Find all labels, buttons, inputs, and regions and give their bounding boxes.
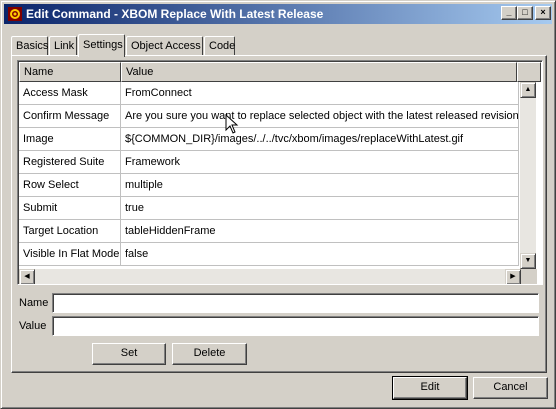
settings-table[interactable]: Name Value Access Mask FromConnect Confi… <box>17 60 543 285</box>
row-name-cell: Image <box>19 128 121 151</box>
scroll-left-icon: ◀ <box>24 273 30 280</box>
tab-code[interactable]: Code <box>204 36 235 56</box>
row-name-cell: Visible In Flat Mode <box>19 243 121 266</box>
maximize-icon: □ <box>522 7 528 17</box>
row-value-cell: Are you sure you want to replace selecte… <box>121 105 519 128</box>
scroll-right-icon: ▶ <box>510 273 516 280</box>
scroll-left-button[interactable]: ◀ <box>19 269 35 284</box>
row-value-cell: tableHiddenFrame <box>121 220 519 243</box>
tab-object-access[interactable]: Object Access <box>126 36 203 56</box>
table-row[interactable]: Access Mask FromConnect <box>19 82 519 105</box>
mouse-pointer-icon <box>225 114 239 134</box>
table-row[interactable]: Row Select multiple <box>19 174 519 197</box>
maximize-button[interactable]: □ <box>517 6 533 20</box>
value-label: Value <box>19 320 47 332</box>
row-value-cell: false <box>121 243 519 266</box>
row-name-cell: Confirm Message <box>19 105 121 128</box>
table-row[interactable]: Image ${COMMON_DIR}/images/../../tvc/xbo… <box>19 128 519 151</box>
edit-command-dialog: Edit Command - XBOM Replace With Latest … <box>0 0 556 409</box>
minimize-button[interactable]: _ <box>501 6 517 20</box>
column-header-filler <box>517 62 541 82</box>
window-title: Edit Command - XBOM Replace With Latest … <box>26 7 324 21</box>
close-button[interactable]: × <box>535 6 551 20</box>
row-name-cell: Row Select <box>19 174 121 197</box>
table-header: Name Value <box>19 62 541 82</box>
table-row[interactable]: Visible In Flat Mode false <box>19 243 519 266</box>
delete-button[interactable]: Delete <box>172 343 247 365</box>
app-gear-icon <box>8 7 22 21</box>
tab-settings[interactable]: Settings <box>78 34 125 57</box>
column-header-name[interactable]: Name <box>19 62 121 82</box>
close-icon: × <box>540 7 546 17</box>
minimize-icon: _ <box>506 7 512 17</box>
table-row[interactable]: Target Location tableHiddenFrame <box>19 220 519 243</box>
row-name-cell: Submit <box>19 197 121 220</box>
row-value-cell: true <box>121 197 519 220</box>
table-row[interactable]: Confirm Message Are you sure you want to… <box>19 105 519 128</box>
tab-basics[interactable]: Basics <box>11 36 48 56</box>
column-header-value[interactable]: Value <box>121 62 517 82</box>
value-field[interactable] <box>52 316 539 336</box>
row-value-cell: multiple <box>121 174 519 197</box>
scroll-corner <box>521 269 537 284</box>
row-value-cell: FromConnect <box>121 82 519 105</box>
scroll-up-button[interactable]: ▲ <box>520 82 536 98</box>
edit-button[interactable]: Edit <box>392 376 468 400</box>
horizontal-scrollbar[interactable]: ◀ ▶ <box>19 269 521 284</box>
row-name-cell: Registered Suite <box>19 151 121 174</box>
name-label: Name <box>19 297 49 309</box>
scroll-up-icon: ▲ <box>524 86 532 93</box>
scroll-right-button[interactable]: ▶ <box>505 269 521 284</box>
row-value-cell: Framework <box>121 151 519 174</box>
vertical-scrollbar[interactable]: ▲ ▼ <box>520 82 536 271</box>
set-button[interactable]: Set <box>92 343 166 365</box>
scroll-down-icon: ▼ <box>524 257 532 264</box>
table-row[interactable]: Registered Suite Framework <box>19 151 519 174</box>
name-field[interactable] <box>52 293 539 313</box>
scroll-down-button[interactable]: ▼ <box>520 253 536 269</box>
row-name-cell: Target Location <box>19 220 121 243</box>
title-bar[interactable]: Edit Command - XBOM Replace With Latest … <box>4 4 552 24</box>
cancel-button[interactable]: Cancel <box>473 377 548 399</box>
table-row[interactable]: Submit true <box>19 197 519 220</box>
tab-link[interactable]: Link <box>49 36 77 56</box>
row-value-cell: ${COMMON_DIR}/images/../../tvc/xbom/imag… <box>121 128 519 151</box>
row-name-cell: Access Mask <box>19 82 121 105</box>
